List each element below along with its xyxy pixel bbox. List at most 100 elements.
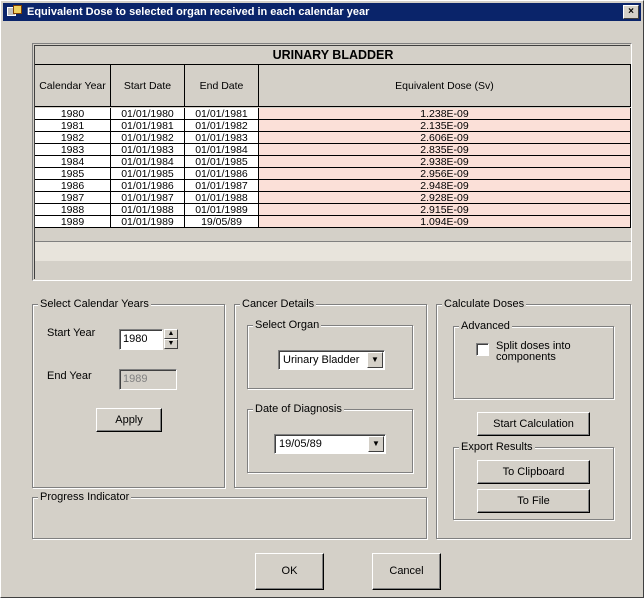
spin-down-icon[interactable]: ▼ bbox=[164, 339, 178, 349]
chevron-down-icon[interactable]: ▼ bbox=[367, 352, 383, 368]
end-year-input: 1989 bbox=[119, 369, 177, 390]
start-year-input[interactable]: 1980 bbox=[119, 329, 163, 350]
table-row[interactable]: 1984 01/01/1984 01/01/1985 2.938E-09 bbox=[35, 156, 631, 168]
cell-year: 1989 bbox=[35, 216, 111, 228]
cell-end-date: 01/01/1989 bbox=[185, 204, 259, 216]
chevron-down-icon[interactable]: ▼ bbox=[368, 436, 384, 452]
cell-end-date: 01/01/1981 bbox=[185, 108, 259, 120]
to-file-label: To File bbox=[517, 495, 550, 507]
cell-year: 1983 bbox=[35, 144, 111, 156]
cell-start-date: 01/01/1980 bbox=[111, 108, 185, 120]
date-of-diagnosis-label: Date of Diagnosis bbox=[253, 403, 344, 416]
cell-year: 1982 bbox=[35, 132, 111, 144]
cell-start-date: 01/01/1983 bbox=[111, 144, 185, 156]
split-doses-checkbox[interactable] bbox=[476, 343, 489, 356]
cell-year: 1981 bbox=[35, 120, 111, 132]
cell-start-date: 01/01/1989 bbox=[111, 216, 185, 228]
cell-end-date: 01/01/1982 bbox=[185, 120, 259, 132]
to-file-button[interactable]: To File bbox=[477, 489, 590, 513]
cell-end-date: 19/05/89 bbox=[185, 216, 259, 228]
cell-dose: 2.606E-09 bbox=[259, 132, 631, 144]
calculate-doses-group: Calculate Doses Advanced Split doses int… bbox=[436, 298, 631, 539]
start-calculation-button[interactable]: Start Calculation bbox=[477, 412, 590, 436]
table-row[interactable]: 1985 01/01/1985 01/01/1986 2.956E-09 bbox=[35, 168, 631, 180]
column-header-start-date: Start Date bbox=[111, 65, 185, 106]
to-clipboard-label: To Clipboard bbox=[502, 466, 565, 478]
apply-button-label: Apply bbox=[115, 414, 143, 426]
progress-indicator-label: Progress Indicator bbox=[38, 491, 132, 504]
cell-start-date: 01/01/1981 bbox=[111, 120, 185, 132]
table-row[interactable]: 1988 01/01/1988 01/01/1989 2.915E-09 bbox=[35, 204, 631, 216]
cell-start-date: 01/01/1988 bbox=[111, 204, 185, 216]
table-row[interactable]: 1987 01/01/1987 01/01/1988 2.928E-09 bbox=[35, 192, 631, 204]
grid-title: URINARY BLADDER bbox=[35, 46, 631, 65]
cell-end-date: 01/01/1987 bbox=[185, 180, 259, 192]
cancer-details-group: Cancer Details Select Organ Urinary Blad… bbox=[234, 298, 427, 488]
diagnosis-date-select[interactable]: 19/05/89 ▼ bbox=[274, 434, 386, 454]
grid-header: Calendar Year Start Date End Date Equiva… bbox=[35, 65, 631, 107]
cell-year: 1986 bbox=[35, 180, 111, 192]
table-row[interactable]: 1980 01/01/1980 01/01/1981 1.238E-09 bbox=[35, 108, 631, 120]
column-header-equivalent-dose: Equivalent Dose (Sv) bbox=[259, 65, 631, 106]
cell-year: 1984 bbox=[35, 156, 111, 168]
cell-dose: 2.938E-09 bbox=[259, 156, 631, 168]
cell-end-date: 01/01/1988 bbox=[185, 192, 259, 204]
cell-start-date: 01/01/1987 bbox=[111, 192, 185, 204]
date-of-diagnosis-group: Date of Diagnosis 19/05/89 ▼ bbox=[247, 403, 413, 473]
cell-start-date: 01/01/1984 bbox=[111, 156, 185, 168]
spin-up-icon[interactable]: ▲ bbox=[164, 329, 178, 339]
grid-empty-area bbox=[35, 241, 631, 261]
table-row[interactable]: 1983 01/01/1983 01/01/1984 2.835E-09 bbox=[35, 144, 631, 156]
cell-year: 1985 bbox=[35, 168, 111, 180]
select-organ-label: Select Organ bbox=[253, 319, 322, 332]
ok-button[interactable]: OK bbox=[255, 553, 324, 590]
close-button[interactable]: × bbox=[623, 5, 639, 19]
column-header-end-date: End Date bbox=[185, 65, 259, 106]
advanced-label: Advanced bbox=[459, 320, 512, 333]
select-organ-group: Select Organ Urinary Bladder ▼ bbox=[247, 319, 413, 389]
cell-end-date: 01/01/1983 bbox=[185, 132, 259, 144]
window-title: Equivalent Dose to selected organ receiv… bbox=[27, 6, 370, 18]
table-row[interactable]: 1989 01/01/1989 19/05/89 1.094E-09 bbox=[35, 216, 631, 228]
calculate-doses-label: Calculate Doses bbox=[442, 298, 527, 311]
dialog-window: Equivalent Dose to selected organ receiv… bbox=[0, 0, 644, 598]
cell-dose: 2.915E-09 bbox=[259, 204, 631, 216]
table-row[interactable]: 1982 01/01/1982 01/01/1983 2.606E-09 bbox=[35, 132, 631, 144]
cell-year: 1988 bbox=[35, 204, 111, 216]
cancel-button[interactable]: Cancel bbox=[372, 553, 441, 590]
start-year-label: Start Year bbox=[47, 327, 96, 339]
cell-end-date: 01/01/1984 bbox=[185, 144, 259, 156]
advanced-group: Advanced Split doses into components bbox=[453, 320, 614, 399]
title-bar[interactable]: Equivalent Dose to selected organ receiv… bbox=[3, 3, 641, 21]
apply-button[interactable]: Apply bbox=[96, 408, 162, 432]
cell-start-date: 01/01/1985 bbox=[111, 168, 185, 180]
ok-label: OK bbox=[281, 565, 298, 577]
cell-start-date: 01/01/1982 bbox=[111, 132, 185, 144]
cancer-details-label: Cancer Details bbox=[240, 298, 317, 311]
cell-start-date: 01/01/1986 bbox=[111, 180, 185, 192]
cell-year: 1980 bbox=[35, 108, 111, 120]
organ-select[interactable]: Urinary Bladder ▼ bbox=[278, 350, 385, 370]
export-results-label: Export Results bbox=[459, 441, 535, 454]
select-calendar-years-label: Select Calendar Years bbox=[38, 298, 151, 311]
to-clipboard-button[interactable]: To Clipboard bbox=[477, 460, 590, 484]
cell-dose: 1.094E-09 bbox=[259, 216, 631, 228]
cell-dose: 2.135E-09 bbox=[259, 120, 631, 132]
grid-rows: 1980 01/01/1980 01/01/1981 1.238E-09 1981 01… bbox=[35, 108, 631, 228]
cell-end-date: 01/01/1985 bbox=[185, 156, 259, 168]
start-calculation-label: Start Calculation bbox=[493, 418, 574, 430]
progress-indicator-group: Progress Indicator bbox=[32, 491, 427, 539]
start-year-spinner[interactable]: ▲ ▼ bbox=[164, 329, 178, 350]
select-calendar-years-group: Select Calendar Years Start Year 1980 ▲ … bbox=[32, 298, 225, 488]
app-icon bbox=[7, 5, 23, 19]
end-year-label: End Year bbox=[47, 370, 92, 382]
dose-results-grid[interactable]: URINARY BLADDER Calendar Year Start Date… bbox=[32, 43, 632, 281]
diagnosis-date-value: 19/05/89 bbox=[279, 438, 322, 450]
cell-year: 1987 bbox=[35, 192, 111, 204]
table-row[interactable]: 1986 01/01/1986 01/01/1987 2.948E-09 bbox=[35, 180, 631, 192]
table-row[interactable]: 1981 01/01/1981 01/01/1982 2.135E-09 bbox=[35, 120, 631, 132]
column-header-calendar-year: Calendar Year bbox=[35, 65, 111, 106]
cancel-label: Cancel bbox=[389, 565, 424, 577]
cell-dose: 2.835E-09 bbox=[259, 144, 631, 156]
split-doses-label-line2: components bbox=[496, 351, 556, 363]
